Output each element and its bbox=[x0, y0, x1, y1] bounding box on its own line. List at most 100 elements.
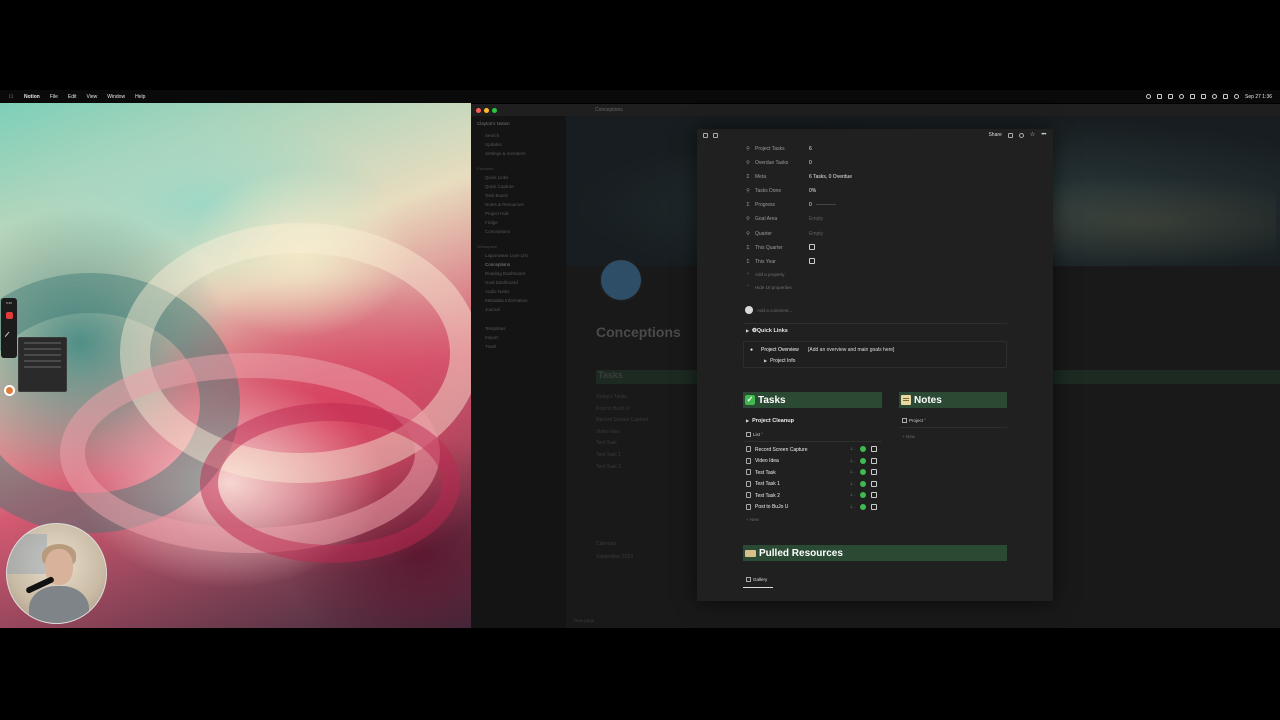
gallery-view-tab[interactable]: Gallery bbox=[746, 577, 767, 582]
expand-icon[interactable] bbox=[703, 133, 708, 138]
property-row[interactable]: ⚲ Quarter Empty bbox=[745, 228, 1005, 242]
sidebar-item[interactable]: Fridge bbox=[471, 218, 566, 227]
calendar-tab[interactable]: Calendar bbox=[596, 541, 633, 547]
status-icon[interactable] bbox=[1157, 94, 1163, 99]
menu-help[interactable]: Help bbox=[135, 94, 145, 100]
sidebar-item-templates[interactable]: Templates bbox=[471, 324, 566, 333]
status-icon[interactable] bbox=[1168, 94, 1174, 99]
property-value[interactable]: 0% bbox=[809, 188, 816, 194]
project-overview-callout[interactable]: ● Project Overview [Add an overview and … bbox=[743, 341, 1007, 368]
new-note-button[interactable]: + New bbox=[902, 434, 915, 439]
task-name[interactable]: Test Task bbox=[755, 470, 776, 476]
sidebar-item[interactable]: Task Board bbox=[471, 191, 566, 200]
property-value[interactable]: 6 bbox=[809, 146, 812, 152]
menu-app-name[interactable]: Notion bbox=[24, 94, 40, 100]
task-row[interactable]: Video Idea 1... bbox=[743, 457, 882, 469]
control-center-icon[interactable] bbox=[1234, 94, 1240, 99]
sidebar-item[interactable]: Conceptions bbox=[471, 227, 566, 236]
apple-icon[interactable]:  bbox=[8, 94, 14, 100]
callout-text[interactable]: [Add an overview and main goals here] bbox=[808, 347, 894, 353]
notes-view-tab[interactable]: Project ˇ bbox=[902, 418, 926, 423]
list-item[interactable]: Test Task 1 bbox=[596, 452, 649, 464]
property-row[interactable]: ⚲ Goal Area Empty bbox=[745, 213, 1005, 227]
property-row[interactable]: ⚲ Tasks Done 0% bbox=[745, 185, 1005, 199]
sidebar-item-settings[interactable]: Settings & members bbox=[471, 149, 566, 158]
property-checkbox[interactable] bbox=[809, 257, 815, 264]
property-value[interactable]: 0 bbox=[809, 202, 812, 208]
quick-links-toggle[interactable]: ▶ ❂Quick Links bbox=[746, 328, 788, 334]
property-row[interactable]: Σ This Quarter bbox=[745, 242, 1005, 256]
workspace-switcher[interactable]: Clayton's Notion bbox=[471, 116, 566, 131]
sidebar-item[interactable]: Reading Dashboard bbox=[471, 269, 566, 278]
property-value[interactable]: Empty bbox=[809, 216, 823, 222]
comment-icon[interactable] bbox=[1007, 132, 1013, 138]
menu-file[interactable]: File bbox=[50, 94, 58, 100]
property-row[interactable]: ⚲ Overdue Tasks 0 bbox=[745, 157, 1005, 171]
list-item[interactable]: Test Task bbox=[596, 440, 649, 452]
property-row[interactable]: ⚲ Project Tasks 6 bbox=[745, 143, 1005, 157]
property-value[interactable]: Empty bbox=[809, 231, 823, 237]
open-as-icon[interactable] bbox=[713, 133, 718, 138]
breadcrumb[interactable]: Conceptions bbox=[595, 107, 623, 113]
task-row[interactable]: Record Screen Capture 1... bbox=[743, 445, 882, 457]
list-item[interactable]: Test Task 2 bbox=[596, 464, 649, 476]
project-cleanup-toggle[interactable]: ▶ Project Cleanup bbox=[746, 418, 794, 424]
status-icon[interactable] bbox=[1146, 94, 1152, 99]
property-row[interactable]: Σ This Year bbox=[745, 256, 1005, 270]
task-row[interactable]: Post to BuJo U 1... bbox=[743, 503, 882, 515]
task-name[interactable]: Record Screen Capture bbox=[755, 447, 808, 453]
page-icon[interactable] bbox=[599, 258, 643, 302]
property-checkbox[interactable] bbox=[809, 243, 815, 250]
status-icon[interactable] bbox=[1179, 94, 1185, 99]
wifi-icon[interactable] bbox=[1212, 94, 1218, 99]
window-thumbnail[interactable] bbox=[18, 337, 67, 392]
list-view-tab[interactable]: List ˇ bbox=[746, 432, 763, 437]
task-checkbox[interactable] bbox=[871, 503, 877, 510]
sidebar-item[interactable]: Quick Links bbox=[471, 173, 566, 182]
share-button[interactable]: Share bbox=[988, 132, 1001, 138]
task-checkbox[interactable] bbox=[871, 480, 877, 487]
task-name[interactable]: Test Task 1 bbox=[755, 481, 780, 487]
history-icon[interactable] bbox=[1018, 132, 1024, 138]
task-checkbox[interactable] bbox=[871, 446, 877, 452]
task-name[interactable]: Test Task 2 bbox=[755, 493, 780, 499]
task-checkbox[interactable] bbox=[871, 457, 877, 464]
sidebar-item[interactable]: Journal bbox=[471, 305, 566, 314]
sidebar-item-import[interactable]: Import bbox=[471, 333, 566, 342]
task-checkbox[interactable] bbox=[871, 492, 877, 498]
menu-window[interactable]: Window bbox=[107, 94, 125, 100]
new-page-button[interactable]: New page bbox=[574, 618, 594, 623]
pen-icon[interactable] bbox=[4, 331, 14, 341]
zoom-window-button[interactable] bbox=[492, 107, 497, 113]
task-row[interactable]: Test Task 2 1... bbox=[743, 491, 882, 503]
status-icon[interactable] bbox=[1190, 94, 1196, 99]
sidebar-item[interactable]: Project Hub bbox=[471, 209, 566, 218]
list-item[interactable]: Video Idea bbox=[596, 429, 649, 441]
sidebar-item[interactable]: Quick Capture bbox=[471, 182, 566, 191]
minimize-window-button[interactable] bbox=[484, 107, 489, 113]
favorite-star-icon[interactable]: ☆ bbox=[1030, 132, 1035, 138]
sidebar-item[interactable]: Goal Dashboard bbox=[471, 278, 566, 287]
task-name[interactable]: Post to BuJo U bbox=[755, 504, 788, 510]
task-row[interactable]: Test Task 1 1... bbox=[743, 480, 882, 492]
sidebar-item[interactable]: Lagomwear Love List bbox=[471, 251, 566, 260]
list-item[interactable]: Post to BuJo U bbox=[596, 406, 649, 418]
task-name[interactable]: Video Idea bbox=[755, 458, 779, 464]
new-task-button[interactable]: + New bbox=[746, 517, 759, 522]
drag-handle-icon[interactable]: ⋮ bbox=[729, 399, 734, 405]
close-window-button[interactable] bbox=[476, 107, 481, 113]
menu-clock[interactable]: Sep 27 1:36 bbox=[1245, 94, 1272, 100]
sidebar-item-trash[interactable]: Trash bbox=[471, 342, 566, 351]
property-value[interactable]: 0 bbox=[809, 160, 812, 166]
sidebar-item[interactable]: Metadata Information bbox=[471, 296, 566, 305]
status-icon[interactable] bbox=[1201, 94, 1207, 99]
stop-record-icon[interactable] bbox=[5, 312, 13, 319]
property-row[interactable]: Σ Progress 0 bbox=[745, 199, 1005, 213]
sidebar-item-updates[interactable]: Updates bbox=[471, 140, 566, 149]
sidebar-item-search[interactable]: Search bbox=[471, 131, 566, 140]
sidebar-item-active[interactable]: Conceptions bbox=[471, 260, 566, 269]
property-row[interactable]: Σ Meta 6 Tasks, 0 Overdue bbox=[745, 171, 1005, 185]
menu-edit[interactable]: Edit bbox=[68, 94, 77, 100]
list-header[interactable]: Today's Tasks bbox=[596, 394, 649, 406]
sidebar-item[interactable]: Audio Notes bbox=[471, 287, 566, 296]
